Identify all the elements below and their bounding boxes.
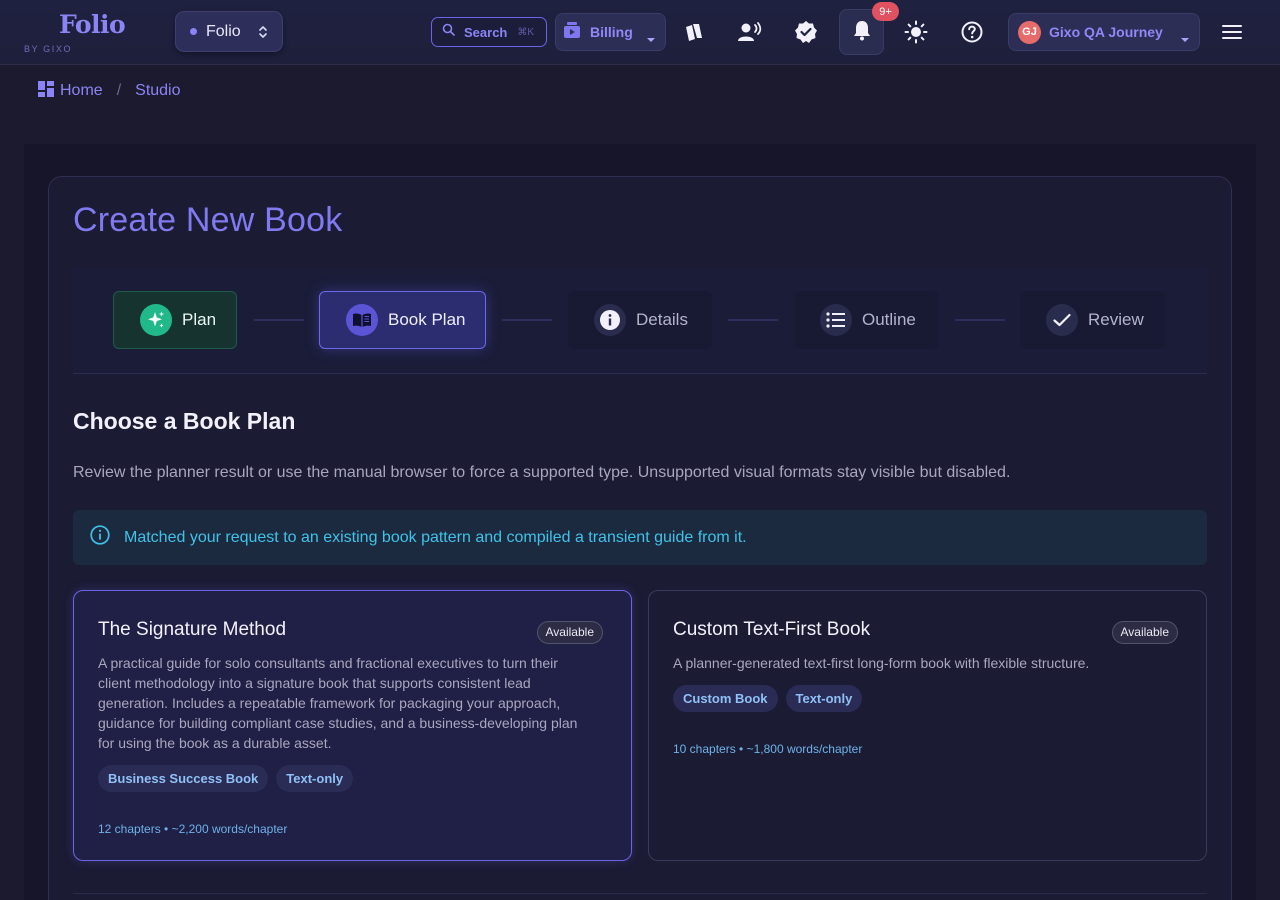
billing-label: Billing [590,24,633,40]
search-shortcut: ⌘K [517,26,535,38]
workspace-switcher[interactable]: Folio [175,11,283,52]
page-title: Create New Book [73,201,343,239]
user-menu-dropdown[interactable]: GJ Gixo QA Journey [1008,13,1200,51]
step-connector [254,319,304,321]
billing-icon [562,20,582,45]
plan-tags: Custom Book Text-only [673,685,1182,712]
bell-icon [852,19,872,46]
logo-subtitle: BY GIXO [24,44,73,54]
caret-down-icon [646,30,656,48]
info-circle-icon [90,525,110,550]
search-button[interactable]: Search ⌘K [431,17,547,47]
step-details[interactable]: Details [568,291,712,349]
menu-icon[interactable] [1217,17,1247,47]
workspace-label: Folio [206,22,241,40]
availability-badge: Available [1111,621,1178,644]
avatar: GJ [1018,20,1041,44]
plan-tag: Text-only [276,765,354,792]
checkmark-icon [1046,304,1078,336]
step-label: Outline [862,310,916,329]
notifications-count-badge: 9+ [872,2,899,21]
help-icon[interactable] [957,17,987,47]
section-divider [73,893,1207,894]
section-description: Review the planner result or use the man… [73,464,1011,481]
breadcrumb-current[interactable]: Studio [135,82,180,100]
breadcrumb-separator: / [116,82,122,99]
availability-badge: Available [536,621,603,644]
cards-icon[interactable] [679,17,709,47]
step-connector [502,319,552,321]
chevron-updown-icon [258,24,268,45]
plan-description: A planner-generated text-first long-form… [673,655,1090,671]
step-label: Details [636,310,688,329]
info-alert-text: Matched your request to an existing book… [124,528,747,546]
plan-card-custom-text-first[interactable]: Custom Text-First Book Available A plann… [648,590,1207,861]
sun-icon[interactable] [901,17,931,47]
step-connector [955,319,1005,321]
plan-tag: Text-only [785,685,863,712]
step-connector [728,319,778,321]
logo-wordmark: Folio [59,10,126,39]
open-book-icon [346,304,378,336]
breadcrumb-home-link[interactable]: Home [60,82,103,100]
plan-tag: Custom Book [673,685,778,712]
search-icon [442,23,455,41]
step-book-plan[interactable]: Book Plan [319,291,486,349]
sparkles-icon [140,304,172,336]
wizard-stepper: Plan Book Plan Details Outline Review [73,268,1207,374]
plan-tags: Business Success Book Text-only [98,765,607,792]
dashboard-grid-icon [38,80,54,102]
step-label: Review [1088,310,1144,329]
caret-down-icon [1180,30,1190,48]
billing-dropdown[interactable]: Billing [555,13,666,51]
user-label: Gixo QA Journey [1049,24,1163,40]
step-outline[interactable]: Outline [794,291,938,349]
workspace-status-dot [190,28,197,35]
plan-card-signature-method[interactable]: The Signature Method Available A practic… [73,590,632,861]
breadcrumb: Home / Studio [38,80,181,102]
plan-description: A practical guide for solo consultants a… [98,655,578,751]
step-label: Book Plan [388,310,466,329]
section-title: Choose a Book Plan [73,408,296,434]
top-navigation-bar: Folio BY GIXO Folio Search ⌘K Billing 9+… [0,0,1280,65]
plan-title: The Signature Method [98,619,287,640]
plan-meta: 10 chapters • ~1,800 words/chapter [673,742,863,756]
step-plan[interactable]: Plan [113,291,237,349]
info-alert: Matched your request to an existing book… [73,510,1207,565]
list-icon [820,304,852,336]
verified-badge-icon[interactable] [791,17,821,47]
info-icon [594,304,626,336]
speaking-user-icon[interactable] [735,17,765,47]
search-label: Search [464,24,508,40]
folio-logo[interactable]: Folio BY GIXO [24,10,126,54]
plan-title: Custom Text-First Book [673,619,871,640]
plan-tag: Business Success Book [98,765,269,792]
step-review[interactable]: Review [1020,291,1166,349]
plan-meta: 12 chapters • ~2,200 words/chapter [98,822,288,836]
step-label: Plan [182,310,217,329]
